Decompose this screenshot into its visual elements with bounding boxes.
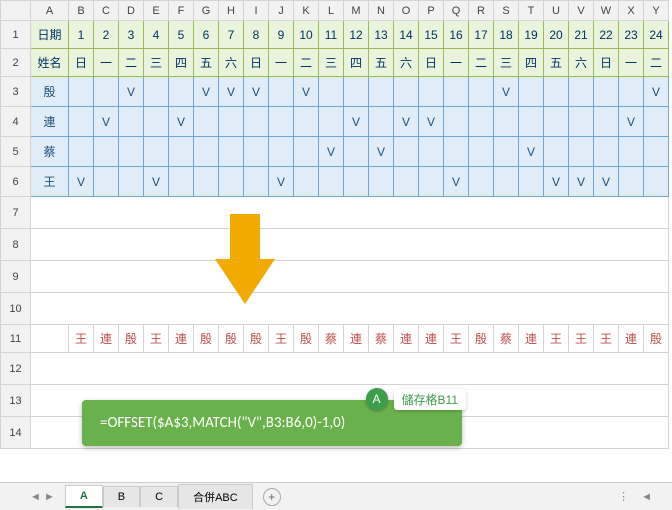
person-name[interactable]: 殷 [31, 77, 69, 107]
tab-scroll-left-icon[interactable]: ◄ [641, 491, 652, 503]
row-header[interactable]: 6 [1, 167, 31, 197]
spreadsheet-grid[interactable]: A B C D E F G H I J K L M N O P Q R S T … [0, 0, 669, 449]
person-name[interactable]: 蔡 [31, 137, 69, 167]
col-header[interactable]: L [319, 1, 344, 21]
sheet-tab-a[interactable]: A [65, 485, 103, 508]
add-sheet-button[interactable]: + [263, 488, 281, 506]
col-header[interactable]: E [144, 1, 169, 21]
col-header[interactable]: Y [644, 1, 669, 21]
sheet-tab-c[interactable]: C [140, 486, 178, 507]
col-header[interactable]: S [494, 1, 519, 21]
col-header[interactable]: Q [444, 1, 469, 21]
person-name[interactable]: 王 [31, 167, 69, 197]
result-row: 11 王連殷王連殷殷殷王殷蔡連蔡連連王殷蔡連王王王連殷 [1, 325, 669, 353]
col-header[interactable]: F [169, 1, 194, 21]
row-header[interactable]: 8 [1, 229, 31, 261]
col-header[interactable]: J [269, 1, 294, 21]
col-header[interactable]: I [244, 1, 269, 21]
row-header[interactable]: 7 [1, 197, 31, 229]
col-header[interactable]: D [119, 1, 144, 21]
weekday-row: 2 姓名 日一二三四五六日一二三四五六日一二三四五六日一二 [1, 49, 669, 77]
row-header[interactable]: 3 [1, 77, 31, 107]
col-header[interactable]: C [94, 1, 119, 21]
row-header[interactable]: 10 [1, 293, 31, 325]
person-row: 5 蔡 VVV [1, 137, 669, 167]
sheet-tab-bar: ◄ ► A B C 合併ABC + ⋮ ◄ [0, 482, 672, 510]
row-header[interactable]: 13 [1, 385, 31, 417]
row-header[interactable]: 9 [1, 261, 31, 293]
col-header[interactable]: X [619, 1, 644, 21]
col-header[interactable]: M [344, 1, 369, 21]
person-name[interactable]: 連 [31, 107, 69, 137]
date-label[interactable]: 日期 [31, 21, 69, 49]
col-header[interactable]: U [544, 1, 569, 21]
col-header[interactable]: W [594, 1, 619, 21]
row-header[interactable]: 1 [1, 21, 31, 49]
sheet-tab-b[interactable]: B [103, 486, 140, 507]
row-header[interactable]: 14 [1, 417, 31, 449]
col-header[interactable]: R [469, 1, 494, 21]
row-header[interactable]: 12 [1, 353, 31, 385]
person-row: 6 王 VVVVVVV [1, 167, 669, 197]
row-header[interactable]: 5 [1, 137, 31, 167]
sheet-tab-merge[interactable]: 合併ABC [178, 484, 253, 509]
col-header[interactable]: N [369, 1, 394, 21]
tab-scroll-sep-icon: ⋮ [618, 490, 629, 503]
formula-tooltip: A 儲存格B11 =OFFSET($A$3,MATCH("V",B3:B6,0)… [82, 400, 462, 446]
tooltip-badge-letter: A [366, 388, 388, 410]
select-all-corner[interactable] [1, 1, 31, 21]
col-header[interactable]: G [194, 1, 219, 21]
col-header[interactable]: K [294, 1, 319, 21]
person-row: 4 連 VVVVVV [1, 107, 669, 137]
row-header[interactable]: 11 [1, 325, 31, 353]
row-header[interactable]: 4 [1, 107, 31, 137]
name-label[interactable]: 姓名 [31, 49, 69, 77]
col-header[interactable]: P [419, 1, 444, 21]
col-header[interactable]: A [31, 1, 69, 21]
col-header[interactable]: O [394, 1, 419, 21]
col-header[interactable]: T [519, 1, 544, 21]
row-header[interactable]: 2 [1, 49, 31, 77]
tooltip-cell-ref: 儲存格B11 [394, 389, 466, 410]
col-header[interactable]: B [69, 1, 94, 21]
tab-nav-icons[interactable]: ◄ ► [30, 491, 55, 503]
col-header[interactable]: H [219, 1, 244, 21]
col-header[interactable]: V [569, 1, 594, 21]
person-row: 3 殷 VVVVVVV [1, 77, 669, 107]
date-row: 1 日期 12345678910111213141516171819202122… [1, 21, 669, 49]
